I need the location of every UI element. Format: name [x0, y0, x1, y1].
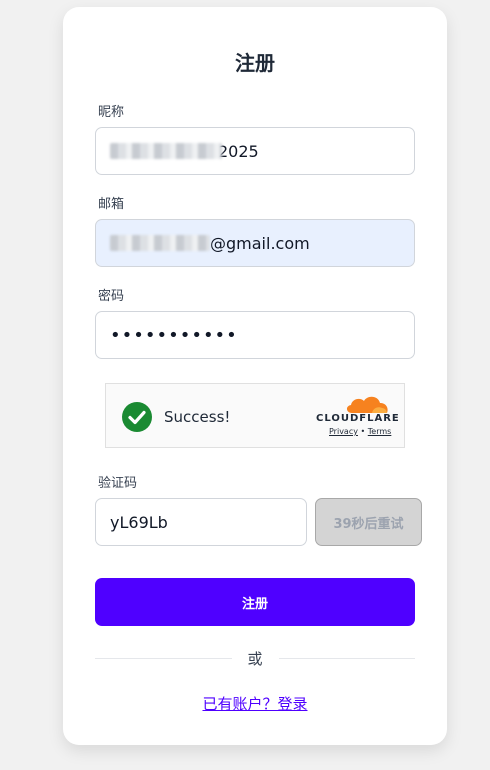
check-circle-icon: [122, 402, 152, 432]
divider-line: [278, 657, 416, 659]
redacted-text: [110, 235, 210, 251]
or-divider: 或: [95, 647, 416, 669]
cloudflare-brand: CLOUDFLARE: [316, 413, 400, 424]
captcha-status: Success!: [164, 408, 231, 426]
captcha-links: Privacy • Terms: [329, 427, 391, 436]
verification-label: 验证码: [98, 476, 138, 491]
email-label: 邮箱: [98, 197, 125, 212]
page-title: 注册: [235, 51, 275, 75]
privacy-link[interactable]: Privacy: [329, 427, 358, 436]
verification-code-input[interactable]: yL69Lb: [95, 498, 307, 546]
nickname-label: 昵称: [98, 105, 125, 120]
nickname-value-suffix: 2025: [218, 141, 259, 161]
email-input[interactable]: @gmail.com: [95, 219, 415, 267]
resend-code-button[interactable]: 39秒后重试: [315, 498, 422, 546]
login-link-wrapper: 已有账户？登录: [63, 693, 447, 714]
password-value: •••••••••••: [110, 324, 238, 346]
nickname-input[interactable]: 2025: [95, 127, 415, 175]
terms-link[interactable]: Terms: [368, 427, 392, 436]
email-value-suffix: @gmail.com: [210, 233, 310, 253]
password-input[interactable]: •••••••••••: [95, 311, 415, 359]
captcha-widget[interactable]: Success! CLOUDFLARE Privacy • Terms: [105, 383, 405, 448]
password-label: 密码: [98, 289, 125, 304]
cloudflare-logo-icon: [346, 396, 388, 413]
verification-code-value: yL69Lb: [110, 512, 168, 532]
redacted-text: [110, 143, 222, 159]
divider-line: [95, 657, 232, 659]
login-link[interactable]: 已有账户？登录: [202, 695, 307, 713]
link-separator: •: [360, 427, 366, 436]
divider-text: 或: [247, 649, 263, 668]
register-button[interactable]: 注册: [95, 578, 415, 626]
register-card: 注册 昵称 2025 邮箱 @gmail.com 密码 ••••••••••• …: [63, 7, 447, 745]
